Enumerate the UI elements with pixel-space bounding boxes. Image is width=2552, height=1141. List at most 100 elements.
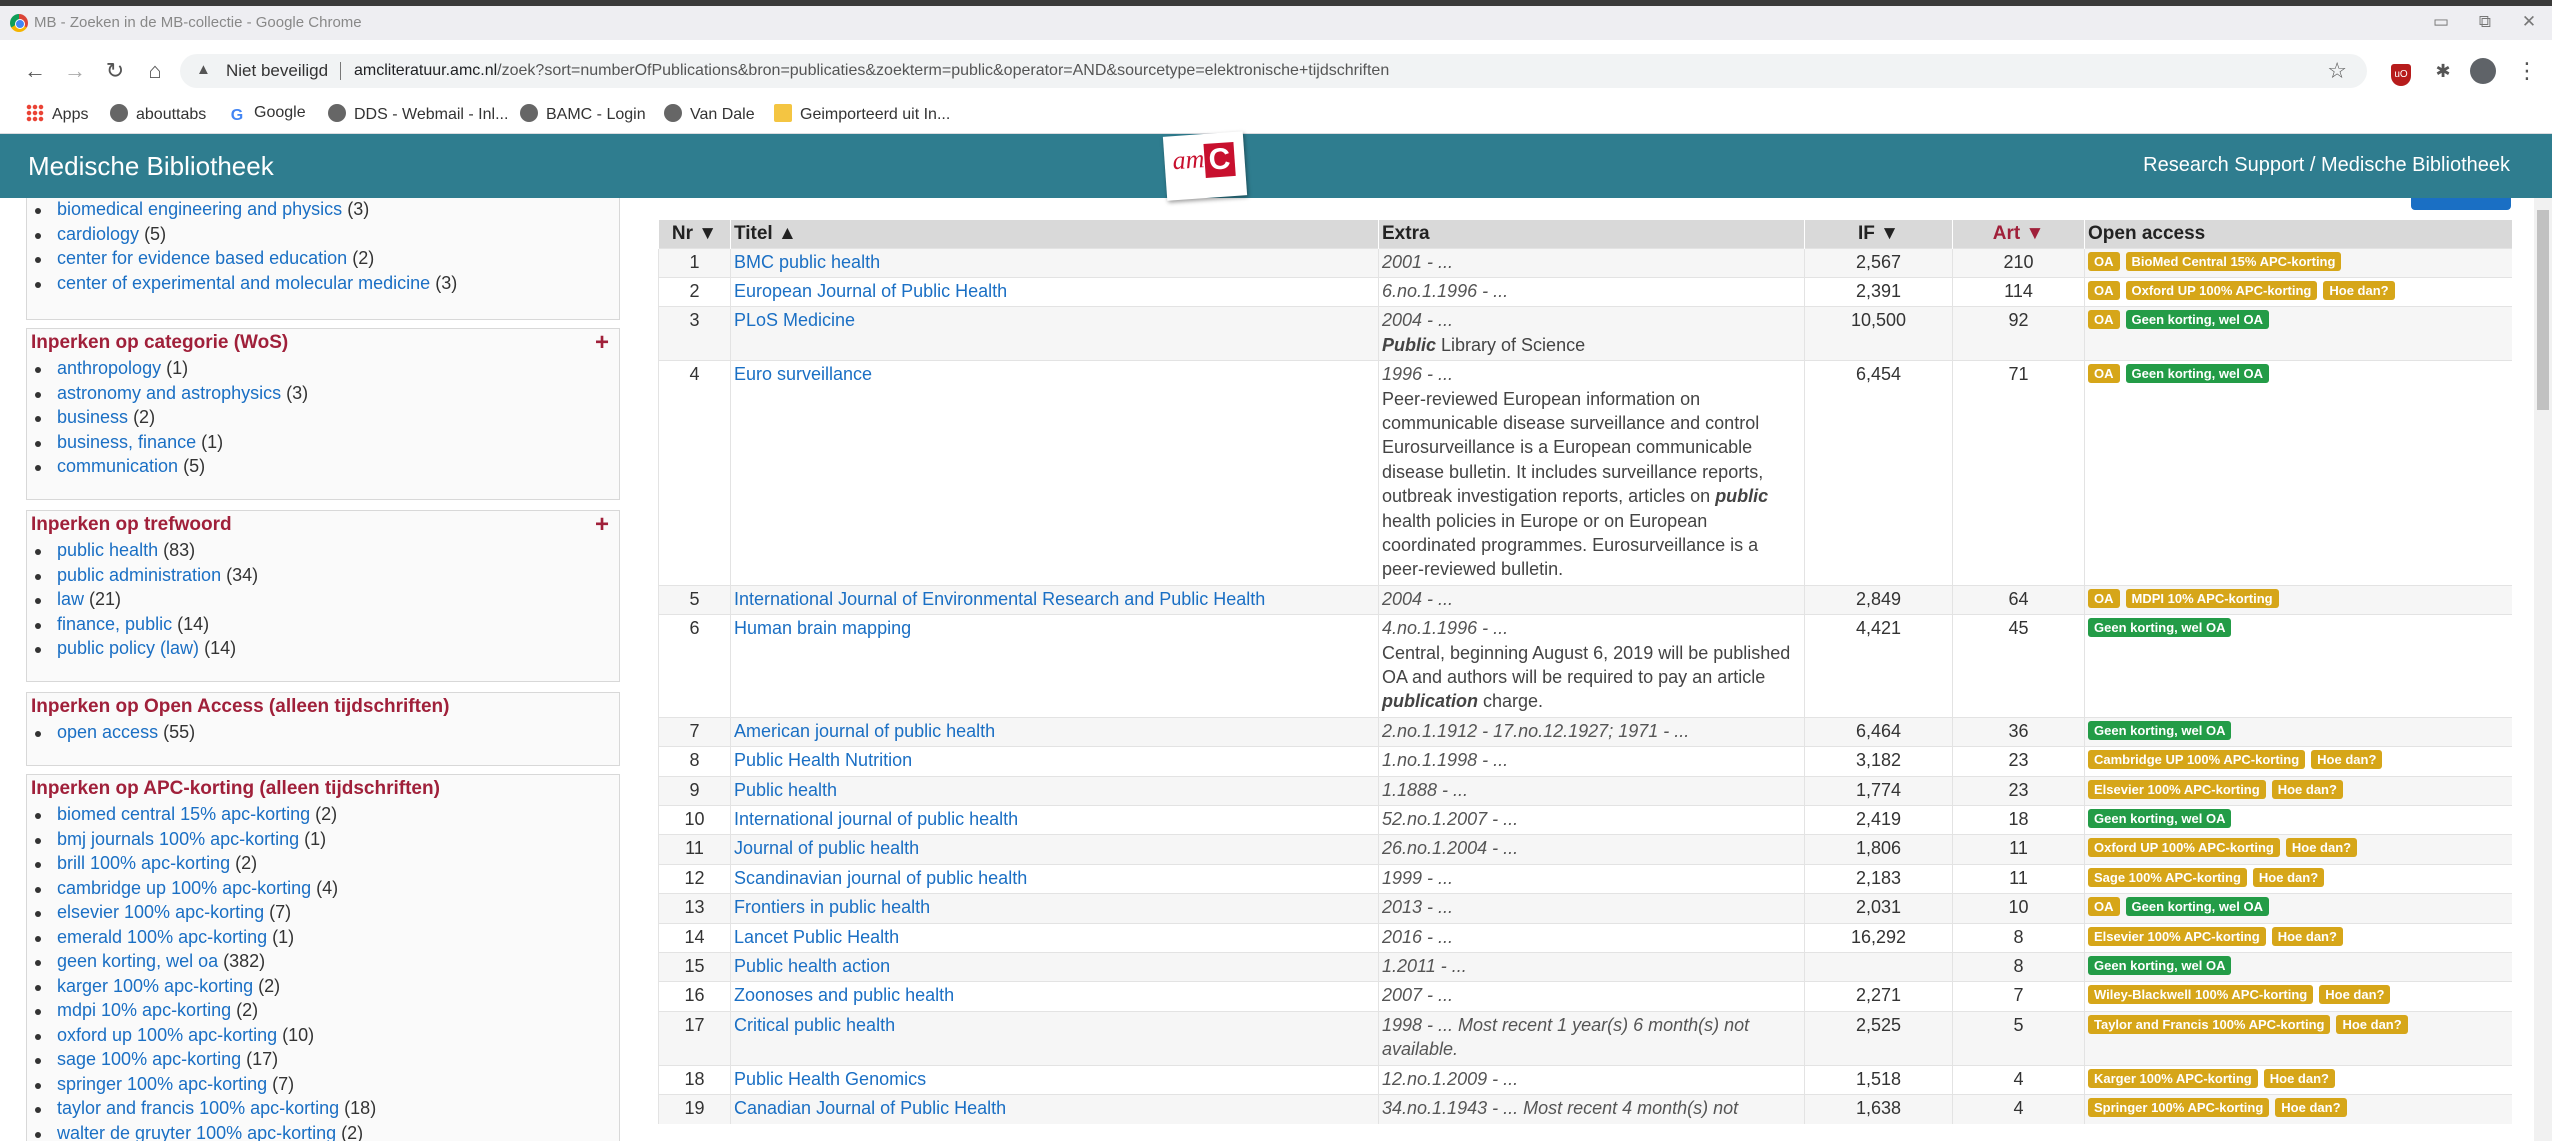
facet-link[interactable]: law <box>57 589 84 609</box>
facet-link[interactable]: taylor and francis 100% apc-korting <box>57 1098 339 1118</box>
facet-link[interactable]: public administration <box>57 565 221 585</box>
oa-badge[interactable]: Geen korting, wel OA <box>2125 364 2269 384</box>
column-header-nr[interactable]: Nr ▼ <box>658 220 731 248</box>
oa-badge[interactable]: Karger 100% APC-korting <box>2088 1068 2258 1088</box>
journal-title-link[interactable]: Public Health Nutrition <box>734 750 912 770</box>
reload-icon[interactable]: ↻ <box>102 58 128 84</box>
facet-link[interactable]: bmj journals 100% apc-korting <box>57 829 299 849</box>
column-header-title[interactable]: Titel ▲ <box>730 220 1379 248</box>
facet-link[interactable]: astronomy and astrophysics <box>57 383 281 403</box>
address-bar[interactable]: ▲ Niet beveiligd amcliteratuur.amc.nl/zo… <box>180 54 2367 88</box>
journal-title-link[interactable]: International Journal of Environmental R… <box>734 589 1265 609</box>
oa-badge[interactable]: OA <box>2088 364 2120 384</box>
facet-link[interactable]: brill 100% apc-korting <box>57 853 230 873</box>
site-breadcrumb[interactable]: Research Support / Medische Bibliotheek <box>2143 154 2510 177</box>
facet-link[interactable]: walter de gruyter 100% apc-korting <box>57 1123 336 1141</box>
oa-badge[interactable]: Geen korting, wel OA <box>2088 720 2232 740</box>
facet-link[interactable]: mdpi 10% apc-korting <box>57 1000 231 1020</box>
journal-title-link[interactable]: American journal of public health <box>734 721 995 741</box>
facet-link[interactable]: oxford up 100% apc-korting <box>57 1025 277 1045</box>
oa-badge[interactable]: Hoe dan? <box>2275 1098 2347 1118</box>
facet-link[interactable]: sage 100% apc-korting <box>57 1049 241 1069</box>
bookmark-google[interactable]: G Google <box>228 104 306 125</box>
oa-badge[interactable]: Geen korting, wel OA <box>2125 310 2269 330</box>
ublock-icon[interactable]: uO <box>2388 58 2414 86</box>
journal-title-link[interactable]: Public Health Genomics <box>734 1069 926 1089</box>
facet-link[interactable]: communication <box>57 456 178 476</box>
facet-link[interactable]: biomedical engineering and physics <box>57 199 342 219</box>
journal-title-link[interactable]: Frontiers in public health <box>734 897 930 917</box>
oa-badge[interactable]: Sage 100% APC-korting <box>2088 867 2247 887</box>
expand-plus-icon[interactable]: + <box>595 511 609 539</box>
close-button[interactable]: ✕ <box>2514 10 2544 34</box>
site-brand[interactable]: Medische Bibliotheek <box>28 151 274 182</box>
facet-link[interactable]: emerald 100% apc-korting <box>57 927 267 947</box>
restore-button[interactable]: ⧉ <box>2470 10 2500 34</box>
bookmark-dds-webmail[interactable]: DDS - Webmail - Inl... <box>328 104 508 124</box>
profile-avatar-icon[interactable] <box>2470 58 2496 84</box>
bookmark-folder-imported[interactable]: Geimporteerd uit In... <box>774 104 950 124</box>
journal-title-link[interactable]: Human brain mapping <box>734 618 911 638</box>
oa-badge[interactable]: Hoe dan? <box>2323 280 2395 300</box>
oa-badge[interactable]: Elsevier 100% APC-korting <box>2088 779 2266 799</box>
forward-icon[interactable]: → <box>62 58 88 84</box>
oa-badge[interactable]: OA <box>2088 280 2120 300</box>
journal-title-link[interactable]: Public health <box>734 780 837 800</box>
oa-badge[interactable]: Hoe dan? <box>2285 838 2358 858</box>
oa-badge[interactable]: Wiley-Blackwell 100% APC-korting <box>2088 985 2314 1005</box>
journal-title-link[interactable]: Public health action <box>734 956 890 976</box>
facet-link[interactable]: springer 100% apc-korting <box>57 1074 267 1094</box>
oa-badge[interactable]: Geen korting, wel OA <box>2088 618 2232 638</box>
facet-link[interactable]: cardiology <box>57 224 139 244</box>
journal-title-link[interactable]: Canadian Journal of Public Health <box>734 1098 1006 1118</box>
journal-title-link[interactable]: PLoS Medicine <box>734 310 855 330</box>
amc-logo[interactable]: am C <box>1162 131 1248 201</box>
oa-badge[interactable]: Geen korting, wel OA <box>2088 809 2232 829</box>
oa-badge[interactable]: Geen korting, wel OA <box>2088 956 2232 976</box>
oa-badge[interactable]: Cambridge UP 100% APC-korting <box>2088 750 2306 770</box>
facet-link[interactable]: elsevier 100% apc-korting <box>57 902 264 922</box>
journal-title-link[interactable]: Critical public health <box>734 1015 895 1035</box>
extensions-icon[interactable]: ✱ <box>2430 58 2456 84</box>
bookmark-bamc-login[interactable]: BAMC - Login <box>520 104 646 124</box>
oa-badge[interactable]: Hoe dan? <box>2336 1014 2408 1034</box>
page-scrollbar[interactable] <box>2534 198 2552 1141</box>
facet-link[interactable]: cambridge up 100% apc-korting <box>57 878 311 898</box>
oa-badge[interactable]: Taylor and Francis 100% APC-korting <box>2088 1014 2331 1034</box>
oa-badge[interactable]: Hoe dan? <box>2319 985 2391 1005</box>
oa-badge[interactable]: Hoe dan? <box>2252 867 2325 887</box>
bookmark-star-icon[interactable]: ☆ <box>2327 58 2347 84</box>
oa-badge[interactable]: Elsevier 100% APC-korting <box>2088 926 2266 946</box>
facet-link[interactable]: open access <box>57 722 158 742</box>
oa-badge[interactable]: OA <box>2088 251 2120 271</box>
journal-title-link[interactable]: Euro surveillance <box>734 364 872 384</box>
scrollbar-thumb[interactable] <box>2537 210 2549 410</box>
oa-badge[interactable]: Geen korting, wel OA <box>2125 897 2269 917</box>
oa-badge[interactable]: Springer 100% APC-korting <box>2088 1098 2270 1118</box>
facet-link[interactable]: business, finance <box>57 432 196 452</box>
journal-title-link[interactable]: BMC public health <box>734 252 880 272</box>
oa-badge[interactable]: BioMed Central 15% APC-korting <box>2125 251 2342 271</box>
top-action-button[interactable] <box>2411 198 2511 210</box>
bookmark-abouttabs[interactable]: abouttabs <box>110 104 206 124</box>
oa-badge[interactable]: Hoe dan? <box>2271 779 2343 799</box>
oa-badge[interactable]: Oxford UP 100% APC-korting <box>2125 280 2318 300</box>
oa-badge[interactable]: OA <box>2088 897 2120 917</box>
facet-link[interactable]: anthropology <box>57 358 161 378</box>
oa-badge[interactable]: OA <box>2088 588 2120 608</box>
journal-title-link[interactable]: Zoonoses and public health <box>734 985 954 1005</box>
home-icon[interactable]: ⌂ <box>142 58 168 84</box>
oa-badge[interactable]: Hoe dan? <box>2263 1068 2335 1088</box>
oa-badge[interactable]: Hoe dan? <box>2271 926 2343 946</box>
facet-link[interactable]: public policy (law) <box>57 638 199 658</box>
journal-title-link[interactable]: International journal of public health <box>734 809 1018 829</box>
journal-title-link[interactable]: European Journal of Public Health <box>734 281 1007 301</box>
back-icon[interactable]: ← <box>22 58 48 84</box>
facet-link[interactable]: biomed central 15% apc-korting <box>57 804 310 824</box>
journal-title-link[interactable]: Journal of public health <box>734 838 919 858</box>
bookmark-apps[interactable]: Apps <box>26 104 88 124</box>
facet-link[interactable]: center of experimental and molecular med… <box>57 273 430 293</box>
facet-link[interactable]: business <box>57 407 128 427</box>
facet-link[interactable]: finance, public <box>57 614 172 634</box>
journal-title-link[interactable]: Scandinavian journal of public health <box>734 868 1027 888</box>
